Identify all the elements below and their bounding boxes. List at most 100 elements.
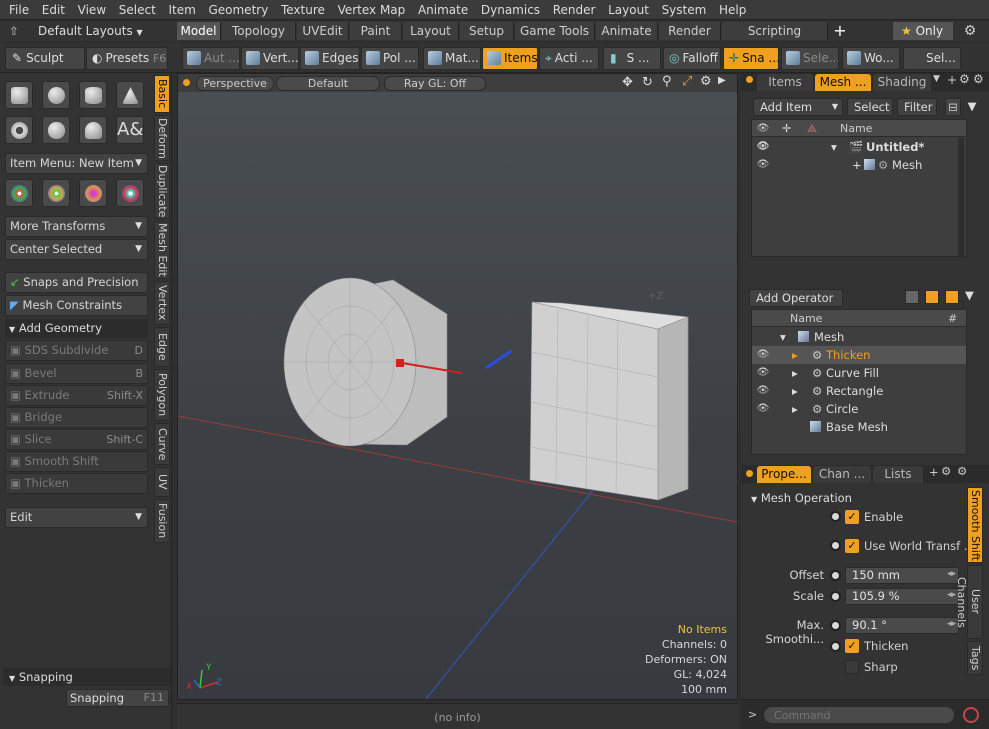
tab-layout[interactable]: Layout [403, 22, 459, 40]
select-tool-button[interactable]: Sel... [903, 47, 961, 70]
falloff-button[interactable]: ◎ Falloff [663, 47, 721, 70]
text-icon[interactable]: A& [116, 116, 144, 144]
eye-icon[interactable]: 👁 [756, 364, 770, 382]
tool-smooth-shift[interactable]: ▣ Smooth Shift [5, 451, 148, 472]
operator-row[interactable]: ▾ Mesh [752, 328, 966, 346]
add-tab-icon[interactable]: + [830, 22, 850, 40]
tab-lists[interactable]: Lists [873, 466, 923, 483]
tool-extrude[interactable]: ▣ Extrude Shift-X [5, 385, 148, 406]
action-center-button[interactable]: ⌖ Acti ... [539, 47, 599, 70]
offset-field[interactable]: 150 mm [845, 567, 959, 584]
enable-radio[interactable] [830, 511, 841, 522]
gear-icon[interactable]: ⚙ [700, 74, 714, 89]
vtab-user-channels[interactable]: User Channels [955, 565, 983, 639]
menu-item[interactable]: Item [159, 0, 195, 17]
tab-render[interactable]: Render [659, 22, 721, 40]
auto-select-button[interactable]: Aut ... [182, 47, 240, 70]
vtab-smooth-shift[interactable]: Smooth Shift [967, 487, 983, 563]
presets-button[interactable]: ◐ Presets F6 [86, 47, 168, 70]
tab-topology[interactable]: Topology [222, 22, 296, 40]
vtab-polygon[interactable]: Polygon [154, 369, 170, 421]
tool-thicken[interactable]: ▣ Thicken [5, 473, 148, 494]
menu-dynamics[interactable]: Dynamics [472, 0, 540, 17]
tool-sds-subdivide[interactable]: ▣ SDS Subdivide D [5, 340, 148, 361]
tab-mesh-ops[interactable]: Mesh ... [815, 74, 871, 91]
vtab-vertex[interactable]: Vertex [154, 281, 170, 325]
view-type-button[interactable]: Perspective [196, 76, 274, 91]
tab-model[interactable]: Model [177, 22, 221, 40]
triangle-down-icon[interactable]: ▾ [780, 328, 786, 346]
move-tool-icon[interactable] [5, 179, 33, 207]
filter-button[interactable]: Filter [897, 98, 937, 116]
center-selected-dropdown[interactable]: Center Selected ▼ [5, 239, 148, 260]
menu-system[interactable]: System [653, 0, 707, 17]
max-smoothing-field[interactable]: 90.1 ° [845, 617, 959, 634]
gear-icon[interactable]: ⚙ [973, 72, 984, 86]
triangle-right-icon[interactable]: ▸ [792, 364, 798, 382]
view-mode-icon[interactable] [905, 290, 919, 304]
tab-items[interactable]: Items [757, 74, 813, 91]
vtab-basic[interactable]: Basic [154, 75, 170, 113]
command-input[interactable] [763, 706, 955, 724]
operator-row[interactable]: 👁 ▸ ⚙ Curve Fill [752, 364, 966, 382]
triangle-right-icon[interactable]: ▸ [792, 382, 798, 400]
vtab-fusion[interactable]: Fusion [154, 499, 170, 543]
tab-scripting[interactable]: Scripting [722, 22, 828, 40]
add-tab-icon[interactable]: + [947, 73, 957, 87]
materials-button[interactable]: Mat... [423, 47, 481, 70]
edit-dropdown[interactable]: Edit ▼ [5, 507, 148, 528]
menu-file[interactable]: File [0, 0, 29, 17]
funnel-icon[interactable]: ▼ [965, 288, 974, 302]
menu-vertex-map[interactable]: Vertex Map [329, 0, 406, 17]
menu-help[interactable]: Help [710, 0, 746, 17]
edges-button[interactable]: Edges [300, 47, 360, 70]
eye-icon[interactable]: 👁 [756, 400, 770, 418]
operator-row[interactable]: 👁 ▸ ⚙ Circle [752, 400, 966, 418]
triangle-down-icon[interactable]: ▾ [831, 138, 837, 156]
snapping-toggle-button[interactable]: ✛ Sna ... [723, 47, 779, 70]
snapping-button[interactable]: Snapping F11 [66, 689, 169, 707]
torus-icon[interactable] [5, 116, 33, 144]
items-button[interactable]: Items [482, 47, 538, 70]
operator-row[interactable]: Base Mesh [752, 418, 966, 436]
vtab-tags[interactable]: Tags [967, 641, 983, 675]
offset-radio[interactable] [830, 570, 841, 581]
shading-style-button[interactable]: Default [276, 76, 380, 91]
layout-dropdown[interactable]: Default Layouts ▼ [26, 22, 172, 40]
tool-bridge[interactable]: ▣ Bridge [5, 407, 148, 428]
max-smoothing-radio[interactable] [830, 620, 841, 631]
workplane-button[interactable]: Wo... [842, 47, 900, 70]
tab-shading[interactable]: Shading [873, 74, 931, 91]
transform-tool-icon[interactable] [116, 179, 144, 207]
cylinder-icon[interactable] [79, 81, 107, 109]
cone-icon[interactable] [116, 81, 144, 109]
polygons-button[interactable]: Pol ... [361, 47, 419, 70]
vtab-uv[interactable]: UV [154, 467, 170, 497]
pan-icon[interactable]: ✥ [622, 75, 636, 90]
item-list-scrollbar[interactable] [958, 138, 964, 256]
triangle-right-icon[interactable]: ▸ [792, 400, 798, 418]
sphere-icon[interactable] [42, 81, 70, 109]
tool-bevel[interactable]: ▣ Bevel B [5, 363, 148, 384]
vtab-deform[interactable]: Deform [154, 115, 170, 161]
scale-tool-icon[interactable] [79, 179, 107, 207]
snapping-header[interactable]: ▼ Snapping [3, 668, 171, 686]
world-transform-radio[interactable] [830, 540, 841, 551]
gear-icon[interactable]: ⚙ [941, 464, 951, 478]
bell-icon[interactable] [79, 116, 107, 144]
view-mode-icon[interactable] [945, 290, 959, 304]
funnel-icon[interactable]: ▼ [963, 98, 981, 116]
eye-icon[interactable]: 👁 [756, 382, 770, 400]
mesh-operation-header[interactable]: ▼ Mesh Operation [751, 491, 852, 505]
select-button[interactable]: Select [847, 98, 893, 116]
menu-render[interactable]: Render [544, 0, 596, 17]
view-mode-icon[interactable] [925, 290, 939, 304]
item-menu-dropdown[interactable]: Item Menu: New Item ▼ [5, 153, 148, 174]
vtab-duplicate[interactable]: Duplicate [154, 163, 170, 219]
operator-row[interactable]: 👁 ▸ ⚙ Rectangle [752, 382, 966, 400]
fit-icon[interactable]: ⤢ [682, 74, 696, 89]
tab-uvedit[interactable]: UVEdit [297, 22, 349, 40]
chevron-down-icon[interactable]: ▼ [933, 74, 940, 84]
eye-icon[interactable]: 👁 [756, 138, 770, 156]
scale-radio[interactable] [830, 591, 841, 602]
